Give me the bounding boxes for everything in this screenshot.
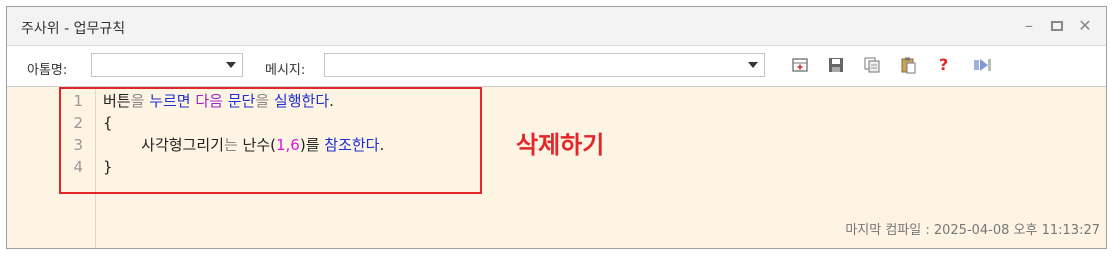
message-select[interactable] [324,53,765,77]
title-bar: 주사위 - 업무규칙 – ✕ [7,7,1106,46]
save-icon[interactable] [827,56,845,74]
insert-icon[interactable] [791,56,809,74]
chevron-down-icon [226,62,236,68]
message-label: 메시지: [265,63,306,78]
paste-icon[interactable] [899,56,917,74]
run-icon[interactable] [973,56,991,74]
help-icon[interactable]: ? [939,56,957,74]
nickname-select[interactable] [91,53,243,77]
annotation-label: 삭제하기 [516,131,605,159]
close-icon[interactable]: ✕ [1074,15,1096,37]
window-title: 주사위 - 업무규칙 [21,21,126,37]
code-editor[interactable]: 1 2 3 4 버튼을 누르면 다음 문단을 실행한다. { 사각형그리기는 난… [7,87,1106,248]
chevron-down-icon [748,62,758,68]
copy-icon[interactable] [863,56,881,74]
maximize-icon[interactable] [1046,15,1068,37]
annotation-box [59,87,482,194]
minimize-icon[interactable]: – [1018,15,1040,37]
toolbar: 아톰명: 메시지: ? [7,46,1106,87]
last-compile-status: 마지막 컴파일 : 2025-04-08 오후 11:13:27 [845,223,1100,238]
nickname-label: 아톰명: [27,63,68,78]
rule-editor-window: 주사위 - 업무규칙 – ✕ 아톰명: 메시지: ? 1 2 3 4 버튼을 누… [6,6,1107,249]
